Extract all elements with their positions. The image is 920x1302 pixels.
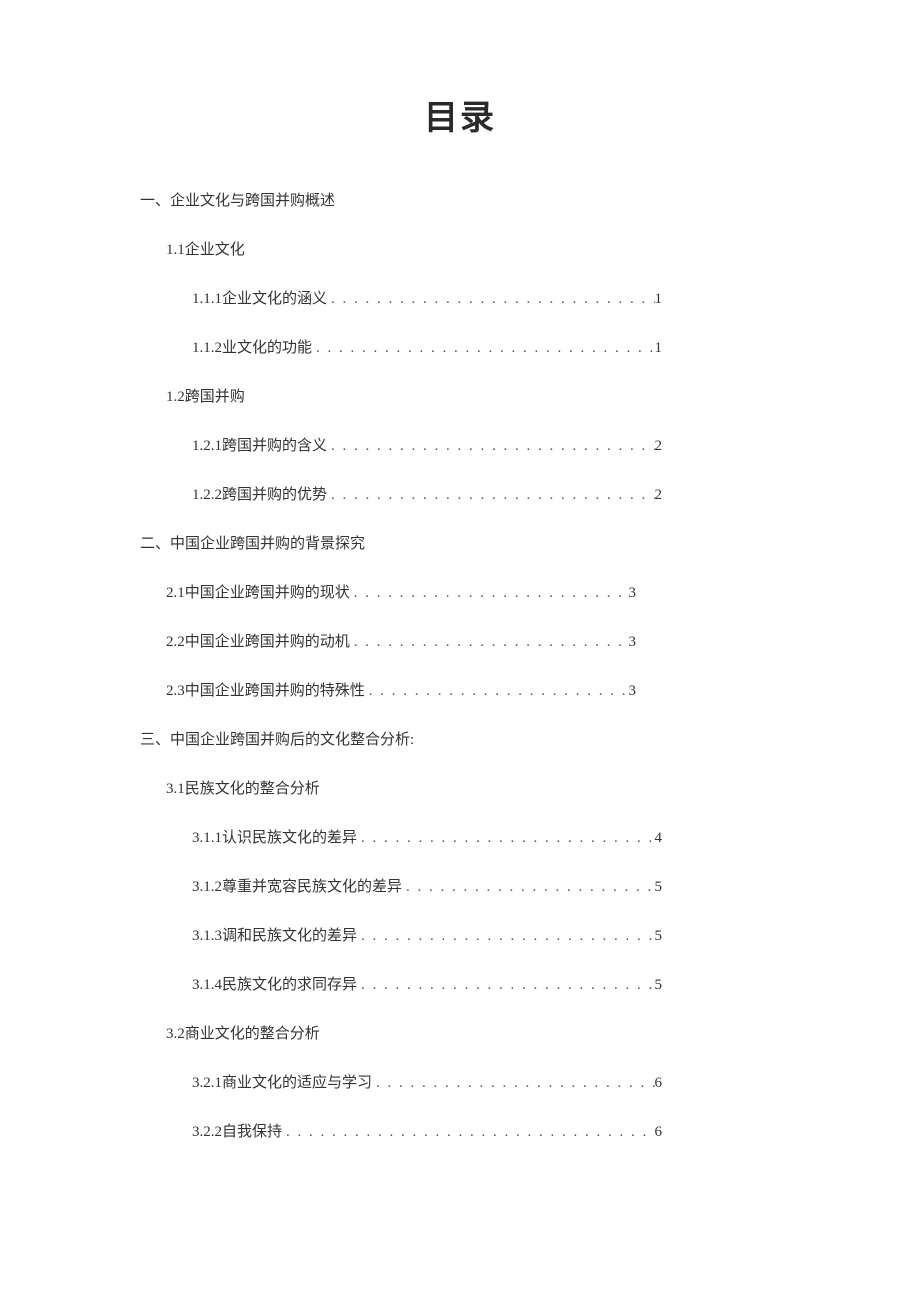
toc-leader-dots xyxy=(327,438,654,455)
toc-entry-2-2: 2.2中国企业跨国并购的动机 3 xyxy=(166,630,636,651)
toc-entry-1-1-2: 1.1.2业文化的功能 1 xyxy=(192,336,662,357)
section-3-1-heading: 3.1民族文化的整合分析 xyxy=(166,777,780,798)
toc-entry-2-1: 2.1中国企业跨国并购的现状 3 xyxy=(166,581,636,602)
toc-entry-1-2-2: 1.2.2跨国并购的优势 2 xyxy=(192,483,662,504)
toc-leader-dots xyxy=(327,291,654,308)
toc-entry-3-1-1: 3.1.1认识民族文化的差异 4 xyxy=(192,826,662,847)
toc-leader-dots xyxy=(402,879,654,896)
toc-leader-dots xyxy=(312,340,654,357)
toc-leader-dots xyxy=(365,683,629,700)
toc-entry-page: 1 xyxy=(655,340,663,357)
toc-leader-dots xyxy=(350,634,629,651)
toc-entry-page: 2 xyxy=(655,438,663,455)
toc-entry-page: 5 xyxy=(655,928,663,945)
toc-entry-text: 1.1.2业文化的功能 xyxy=(192,336,312,357)
toc-entry-text: 1.1.1企业文化的涵义 xyxy=(192,287,327,308)
toc-entry-page: 5 xyxy=(655,879,663,896)
section-1-2-heading: 1.2跨国并购 xyxy=(166,385,780,406)
toc-leader-dots xyxy=(282,1124,654,1141)
toc-entry-text: 3.1.4民族文化的求同存异 xyxy=(192,973,357,994)
toc-leader-dots xyxy=(357,977,654,994)
toc-entry-page: 5 xyxy=(655,977,663,994)
toc-entry-page: 3 xyxy=(629,634,637,651)
toc-entry-text: 3.2.2自我保持 xyxy=(192,1120,282,1141)
toc-entry-3-1-2: 3.1.2尊重并宽容民族文化的差异 5 xyxy=(192,875,662,896)
toc-entry-text: 1.2.1跨国并购的含义 xyxy=(192,434,327,455)
section-1-heading: 一、企业文化与跨国并购概述 xyxy=(140,189,780,210)
toc-entry-page: 6 xyxy=(655,1124,663,1141)
toc-entry-text: 3.1.1认识民族文化的差异 xyxy=(192,826,357,847)
toc-entry-1-1-1: 1.1.1企业文化的涵义 1 xyxy=(192,287,662,308)
toc-leader-dots xyxy=(327,487,654,504)
toc-entry-text: 3.1.3调和民族文化的差异 xyxy=(192,924,357,945)
toc-entry-text: 2.1中国企业跨国并购的现状 xyxy=(166,581,350,602)
toc-entry-text: 3.1.2尊重并宽容民族文化的差异 xyxy=(192,875,402,896)
toc-leader-dots xyxy=(372,1075,654,1092)
document-title: 目录 xyxy=(140,90,780,139)
toc-entry-page: 3 xyxy=(629,683,637,700)
toc-leader-dots xyxy=(357,928,654,945)
toc-entry-3-1-3: 3.1.3调和民族文化的差异 5 xyxy=(192,924,662,945)
toc-entry-page: 4 xyxy=(655,830,663,847)
toc-entry-1-2-1: 1.2.1跨国并购的含义 2 xyxy=(192,434,662,455)
toc-entry-page: 1 xyxy=(655,291,663,308)
toc-entry-text: 3.2.1商业文化的适应与学习 xyxy=(192,1071,372,1092)
toc-entry-3-1-4: 3.1.4民族文化的求同存异 5 xyxy=(192,973,662,994)
toc-leader-dots xyxy=(357,830,654,847)
toc-leader-dots xyxy=(350,585,629,602)
toc-entry-page: 3 xyxy=(629,585,637,602)
section-3-heading: 三、中国企业跨国并购后的文化整合分析: xyxy=(140,728,780,749)
toc-entry-page: 6 xyxy=(655,1075,663,1092)
toc-entry-3-2-2: 3.2.2自我保持 6 xyxy=(192,1120,662,1141)
toc-entry-3-2-1: 3.2.1商业文化的适应与学习 6 xyxy=(192,1071,662,1092)
section-1-1-heading: 1.1企业文化 xyxy=(166,238,780,259)
toc-entry-text: 1.2.2跨国并购的优势 xyxy=(192,483,327,504)
section-3-2-heading: 3.2商业文化的整合分析 xyxy=(166,1022,780,1043)
section-2-heading: 二、中国企业跨国并购的背景探究 xyxy=(140,532,780,553)
toc-entry-text: 2.2中国企业跨国并购的动机 xyxy=(166,630,350,651)
toc-entry-text: 2.3中国企业跨国并购的特殊性 xyxy=(166,679,365,700)
toc-entry-2-3: 2.3中国企业跨国并购的特殊性 3 xyxy=(166,679,636,700)
toc-entry-page: 2 xyxy=(655,487,663,504)
